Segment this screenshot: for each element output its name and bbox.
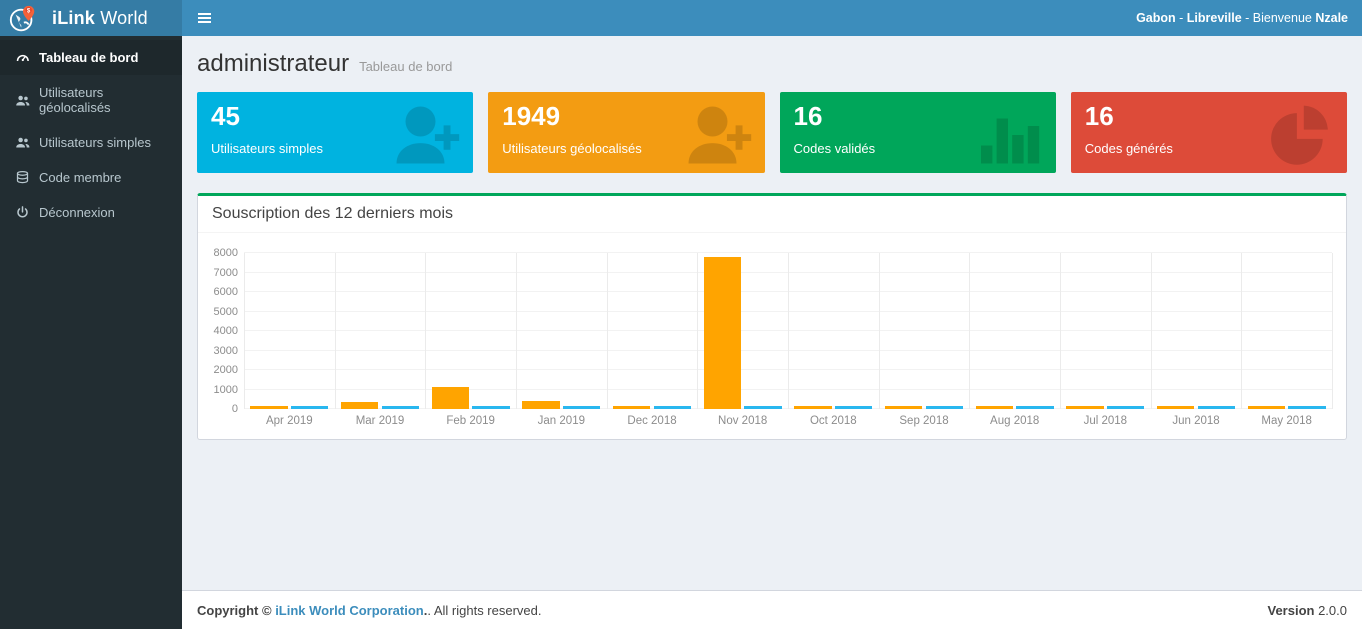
vertical-gridline bbox=[516, 253, 517, 409]
sidebar-item-tableau-de-bord[interactable]: Tableau de bord bbox=[0, 40, 182, 75]
stat-card-utilisateurs-geolocalises[interactable]: 1949 Utilisateurs géolocalisés bbox=[488, 92, 764, 173]
bar-orange-jan-2019[interactable] bbox=[522, 401, 559, 409]
vertical-gridline bbox=[879, 253, 880, 409]
dashboard-icon bbox=[15, 50, 30, 65]
sidebar-toggle-button[interactable] bbox=[182, 0, 226, 36]
sidebar-menu: Tableau de bord Utilisateurs géolocalisé… bbox=[0, 36, 182, 230]
y-tick-label: 6000 bbox=[214, 286, 238, 298]
y-tick-label: 3000 bbox=[214, 345, 238, 357]
x-tick-label: Nov 2018 bbox=[718, 415, 767, 427]
sidebar-item-deconnexion[interactable]: Déconnexion bbox=[0, 195, 182, 230]
users-icon bbox=[15, 135, 30, 150]
x-tick-label: Jul 2018 bbox=[1084, 415, 1127, 427]
user-country: Gabon bbox=[1136, 11, 1176, 25]
vertical-gridline bbox=[697, 253, 698, 409]
vertical-gridline bbox=[1060, 253, 1061, 409]
users-icon bbox=[15, 93, 30, 108]
x-tick-label: May 2018 bbox=[1261, 415, 1312, 427]
navbar: Gabon - Libreville - Bienvenue Nzale bbox=[182, 0, 1362, 36]
footer: Copyright © iLink World Corporation.. Al… bbox=[182, 590, 1362, 629]
bar-orange-feb-2019[interactable] bbox=[432, 387, 469, 409]
greeting-text: Bienvenue bbox=[1253, 11, 1316, 25]
app-window: $ iLink World Gabon - Libreville - Bienv… bbox=[0, 0, 1362, 629]
vertical-gridline bbox=[1151, 253, 1152, 409]
x-tick-label: Mar 2019 bbox=[356, 415, 405, 427]
page-header: administrateur Tableau de bord bbox=[197, 50, 1347, 78]
sidebar-item-label: Utilisateurs simples bbox=[39, 135, 151, 150]
vertical-gridline bbox=[335, 253, 336, 409]
sidebar-item-label: Code membre bbox=[39, 170, 121, 185]
y-tick-label: 1000 bbox=[214, 384, 238, 396]
stat-card-codes-valides[interactable]: 16 Codes validés bbox=[780, 92, 1056, 173]
stat-cards-row: 45 Utilisateurs simples 1949 Utilisateur… bbox=[197, 92, 1347, 173]
user-name: Nzale bbox=[1315, 11, 1348, 25]
chart-x-axis: Apr 2019 Mar 2019 Feb 2019 Jan 2019 Dec 2018… bbox=[244, 409, 1332, 431]
y-tick-label: 2000 bbox=[214, 364, 238, 376]
chart-plot-area bbox=[244, 253, 1332, 409]
bar-chart-icon bbox=[972, 99, 1044, 171]
sidebar: Tableau de bord Utilisateurs géolocalisé… bbox=[0, 36, 182, 629]
vertical-gridline bbox=[425, 253, 426, 409]
stat-card-utilisateurs-simples[interactable]: 45 Utilisateurs simples bbox=[197, 92, 473, 173]
x-tick-label: Jan 2019 bbox=[538, 415, 585, 427]
user-plus-icon bbox=[389, 99, 461, 171]
x-tick-label: Sep 2018 bbox=[899, 415, 948, 427]
user-city: Libreville bbox=[1187, 11, 1242, 25]
y-tick-label: 7000 bbox=[214, 267, 238, 279]
chart-y-axis: 010002000300040005000600070008000 bbox=[208, 253, 244, 409]
y-tick-label: 4000 bbox=[214, 325, 238, 337]
brand-area[interactable]: $ iLink World bbox=[0, 0, 182, 36]
vertical-gridline bbox=[1241, 253, 1242, 409]
vertical-gridline bbox=[969, 253, 970, 409]
vertical-gridline bbox=[607, 253, 608, 409]
bar-chart[interactable]: 010002000300040005000600070008000 bbox=[208, 243, 1332, 409]
bar-orange-mar-2019[interactable] bbox=[341, 402, 378, 409]
sidebar-item-label: Tableau de bord bbox=[39, 50, 138, 65]
sidebar-item-utilisateurs-geolocalises[interactable]: Utilisateurs géolocalisés bbox=[0, 75, 182, 125]
y-tick-label: 8000 bbox=[214, 247, 238, 259]
main-content: administrateur Tableau de bord 45 Utilis… bbox=[182, 36, 1362, 590]
x-tick-label: Oct 2018 bbox=[810, 415, 857, 427]
page-title: administrateur bbox=[197, 50, 349, 78]
vertical-gridline bbox=[244, 253, 245, 409]
chart-panel-title: Souscription des 12 derniers mois bbox=[198, 196, 1346, 233]
top-navbar: $ iLink World Gabon - Libreville - Bienv… bbox=[0, 0, 1362, 36]
bar-orange-nov-2018[interactable] bbox=[704, 257, 741, 409]
x-tick-label: Aug 2018 bbox=[990, 415, 1039, 427]
power-icon bbox=[15, 205, 30, 220]
pie-chart-icon bbox=[1263, 99, 1335, 171]
stat-card-codes-generes[interactable]: 16 Codes générés bbox=[1071, 92, 1347, 173]
sidebar-item-utilisateurs-simples[interactable]: Utilisateurs simples bbox=[0, 125, 182, 160]
globe-pin-logo-icon: $ bbox=[8, 4, 38, 34]
user-greeting[interactable]: Gabon - Libreville - Bienvenue Nzale bbox=[1136, 11, 1362, 25]
sidebar-item-code-membre[interactable]: Code membre bbox=[0, 160, 182, 195]
sidebar-item-label: Utilisateurs géolocalisés bbox=[39, 85, 167, 115]
page-subtitle: Tableau de bord bbox=[359, 59, 452, 74]
database-icon bbox=[15, 170, 30, 185]
copyright-text: Copyright © iLink World Corporation.. Al… bbox=[197, 603, 542, 618]
vertical-gridline bbox=[788, 253, 789, 409]
chart-panel-body: 0 1000 2000 3000 4000 5000 6000 7000 8000 Apr 20… bbox=[198, 233, 1346, 439]
version-text: Version 2.0.0 bbox=[1268, 603, 1348, 618]
company-link[interactable]: iLink World Corporation bbox=[275, 603, 424, 618]
vertical-gridline bbox=[1332, 253, 1333, 409]
brand-title: iLink World bbox=[52, 8, 148, 29]
x-tick-label: Dec 2018 bbox=[627, 415, 676, 427]
subscriptions-chart-panel: Souscription des 12 derniers mois 0 1000 2… bbox=[197, 193, 1347, 440]
bars-icon bbox=[198, 11, 211, 25]
y-tick-label: 0 bbox=[232, 403, 238, 415]
x-tick-label: Jun 2018 bbox=[1172, 415, 1219, 427]
y-tick-label: 5000 bbox=[214, 306, 238, 318]
user-plus-icon bbox=[681, 99, 753, 171]
x-tick-label: Feb 2019 bbox=[446, 415, 495, 427]
x-tick-label: Apr 2019 bbox=[266, 415, 313, 427]
sidebar-item-label: Déconnexion bbox=[39, 205, 115, 220]
